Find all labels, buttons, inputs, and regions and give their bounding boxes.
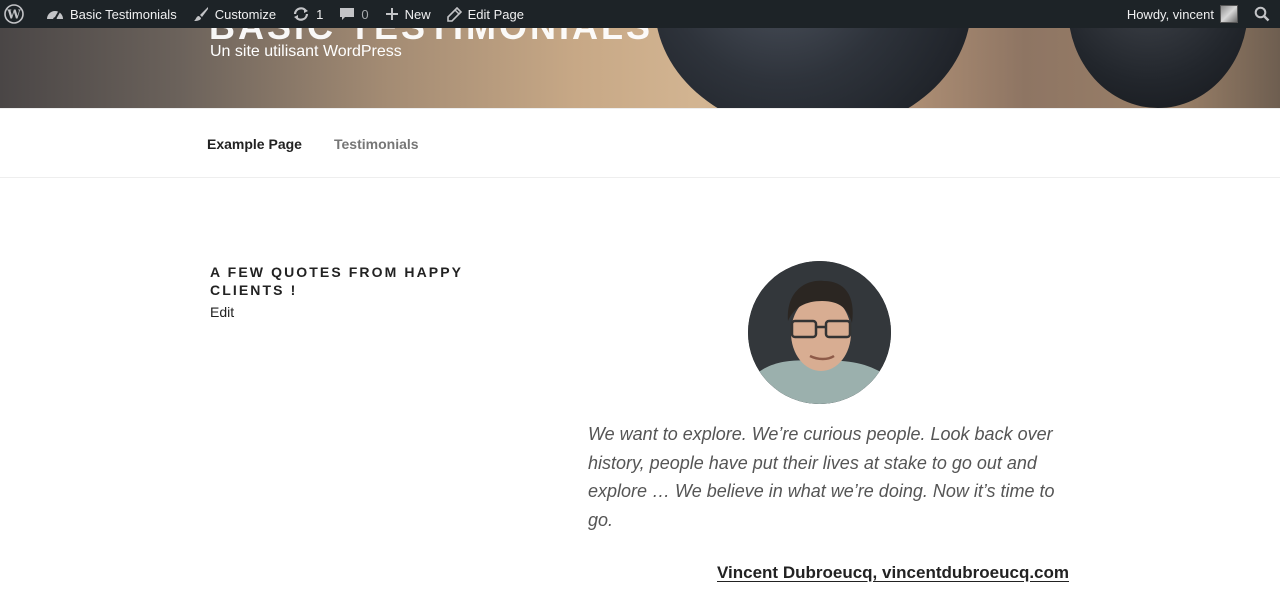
svg-text:W: W xyxy=(6,8,21,22)
new-label: New xyxy=(404,6,431,22)
testimonial-author-link[interactable]: Vincent Dubroeucq, vincentdubroeucq.com xyxy=(717,563,1069,583)
admin-bar: W Basic Testimonials Customize 1 0 New E… xyxy=(0,0,1280,28)
search-icon xyxy=(1254,6,1270,22)
wordpress-logo-button[interactable]: W xyxy=(0,0,38,28)
site-description: Un site utilisant WordPress xyxy=(210,43,402,60)
updates-count: 1 xyxy=(316,6,324,22)
search-button[interactable] xyxy=(1246,0,1280,28)
comment-bubble-icon xyxy=(339,6,355,22)
new-content-button[interactable]: New xyxy=(377,0,439,28)
testimonial-avatar xyxy=(748,261,891,404)
customize-label: Customize xyxy=(214,6,277,22)
comments-button[interactable]: 0 xyxy=(331,0,376,28)
comments-count: 0 xyxy=(361,6,369,22)
dashboard-icon xyxy=(46,6,64,22)
site-name-label: Basic Testimonials xyxy=(70,6,177,22)
header-sphere-image xyxy=(655,28,971,108)
site-header: BASIC TESTIMONIALS Un site utilisant Wor… xyxy=(0,28,1280,108)
my-account-menu[interactable]: Howdy, vincent xyxy=(1119,0,1246,28)
paintbrush-icon xyxy=(193,6,209,22)
edit-page-label: Edit Page xyxy=(467,6,524,22)
customize-button[interactable]: Customize xyxy=(185,0,284,28)
howdy-label: Howdy, vincent xyxy=(1126,6,1214,22)
site-name-menu[interactable]: Basic Testimonials xyxy=(38,0,185,28)
pencil-icon xyxy=(446,6,462,22)
plus-icon xyxy=(385,7,399,21)
nav-item-testimonials[interactable]: Testimonials xyxy=(334,136,419,152)
testimonial-quote: We want to explore. We’re curious people… xyxy=(588,424,1055,530)
header-sphere-image xyxy=(1068,28,1248,108)
main-navigation: Example Page Testimonials xyxy=(0,108,1280,178)
edit-link[interactable]: Edit xyxy=(210,304,234,320)
wordpress-logo-icon: W xyxy=(4,4,24,24)
edit-page-button[interactable]: Edit Page xyxy=(439,0,532,28)
user-avatar xyxy=(1220,5,1238,23)
updates-icon xyxy=(292,6,310,22)
nav-item-example-page[interactable]: Example Page xyxy=(207,136,302,152)
updates-button[interactable]: 1 xyxy=(284,0,331,28)
page-title: A FEW QUOTES FROM HAPPY CLIENTS ! xyxy=(210,264,463,298)
